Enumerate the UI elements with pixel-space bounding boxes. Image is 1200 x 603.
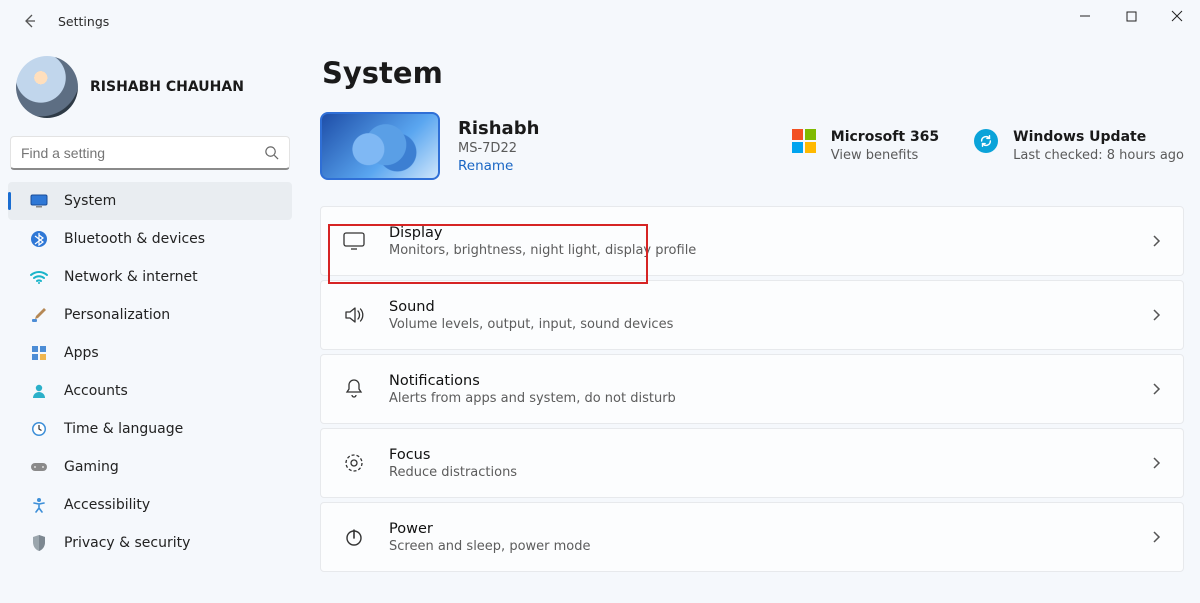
sidebar-item-label: System — [64, 193, 116, 209]
sidebar-item-apps[interactable]: Apps — [8, 334, 292, 372]
chevron-right-icon — [1151, 382, 1161, 396]
setting-text: Focus Reduce distractions — [389, 447, 1151, 480]
sidebar-item-label: Accessibility — [64, 497, 150, 513]
setting-text: Notifications Alerts from apps and system… — [389, 373, 1151, 406]
ms365-subtitle: View benefits — [831, 147, 939, 165]
sidebar-item-network[interactable]: Network & internet — [8, 258, 292, 296]
bluetooth-icon — [28, 231, 50, 247]
setting-subtitle: Reduce distractions — [389, 465, 1151, 480]
brush-icon — [28, 307, 50, 323]
wu-subtitle: Last checked: 8 hours ago — [1013, 147, 1184, 165]
sidebar-item-accessibility[interactable]: Accessibility — [8, 486, 292, 524]
close-button[interactable] — [1154, 0, 1200, 32]
sidebar-item-privacy[interactable]: Privacy & security — [8, 524, 292, 562]
minimize-button[interactable] — [1062, 0, 1108, 32]
minimize-icon — [1079, 10, 1091, 22]
search-box[interactable] — [10, 136, 290, 170]
ms365-title: Microsoft 365 — [831, 128, 939, 147]
setting-row-focus[interactable]: Focus Reduce distractions — [320, 428, 1184, 498]
window-controls — [1062, 0, 1200, 32]
chevron-right-icon — [1151, 530, 1161, 544]
gamepad-icon — [28, 461, 50, 473]
user-profile[interactable]: RISHABH CHAUHAN — [16, 56, 300, 118]
sidebar-nav: System Bluetooth & devices Network & int… — [0, 182, 300, 562]
display-icon — [343, 230, 365, 252]
sidebar-item-label: Network & internet — [64, 269, 198, 285]
sidebar-item-label: Privacy & security — [64, 535, 190, 551]
setting-title: Power — [389, 521, 1151, 537]
power-icon — [343, 526, 365, 548]
sidebar-item-label: Apps — [64, 345, 99, 361]
setting-row-power[interactable]: Power Screen and sleep, power mode — [320, 502, 1184, 572]
device-model: MS-7D22 — [458, 141, 539, 156]
setting-text: Power Screen and sleep, power mode — [389, 521, 1151, 554]
setting-row-sound[interactable]: Sound Volume levels, output, input, sound… — [320, 280, 1184, 350]
setting-subtitle: Screen and sleep, power mode — [389, 539, 1151, 554]
setting-row-display[interactable]: Display Monitors, brightness, night light… — [320, 206, 1184, 276]
back-arrow-icon — [22, 13, 38, 29]
setting-subtitle: Monitors, brightness, night light, displ… — [389, 243, 1151, 258]
main-content: System Rishabh MS-7D22 Rename Microsoft … — [300, 42, 1200, 603]
device-meta: Rishabh MS-7D22 Rename — [458, 118, 539, 174]
page-title: System — [322, 56, 1184, 90]
windows-update-card[interactable]: Windows Update Last checked: 8 hours ago — [973, 128, 1184, 164]
accessibility-icon — [28, 497, 50, 513]
shield-icon — [28, 535, 50, 551]
titlebar: Settings — [0, 0, 1200, 42]
search-input[interactable] — [21, 145, 258, 161]
setting-title: Sound — [389, 299, 1151, 315]
setting-title: Notifications — [389, 373, 1151, 389]
sidebar-item-accounts[interactable]: Accounts — [8, 372, 292, 410]
clock-icon — [28, 421, 50, 437]
apps-icon — [28, 345, 50, 361]
sidebar-item-label: Gaming — [64, 459, 119, 475]
setting-row-notifications[interactable]: Notifications Alerts from apps and system… — [320, 354, 1184, 424]
maximize-button[interactable] — [1108, 0, 1154, 32]
setting-title: Display — [389, 225, 1151, 241]
sidebar-item-personalization[interactable]: Personalization — [8, 296, 292, 334]
system-icon — [28, 194, 50, 208]
wu-title: Windows Update — [1013, 128, 1184, 147]
sidebar-item-system[interactable]: System — [8, 182, 292, 220]
person-icon — [28, 383, 50, 399]
microsoft-logo-icon — [791, 128, 817, 154]
ms365-card[interactable]: Microsoft 365 View benefits — [791, 128, 939, 164]
setting-title: Focus — [389, 447, 1151, 463]
sidebar-item-label: Accounts — [64, 383, 128, 399]
avatar — [16, 56, 78, 118]
rename-link[interactable]: Rename — [458, 158, 539, 174]
sidebar-item-gaming[interactable]: Gaming — [8, 448, 292, 486]
chevron-right-icon — [1151, 234, 1161, 248]
user-display-name: RISHABH CHAUHAN — [90, 79, 244, 95]
sidebar-item-label: Personalization — [64, 307, 170, 323]
sidebar-item-label: Bluetooth & devices — [64, 231, 205, 247]
app-title: Settings — [58, 14, 109, 29]
sound-icon — [343, 304, 365, 326]
maximize-icon — [1126, 11, 1137, 22]
sidebar-item-time-language[interactable]: Time & language — [8, 410, 292, 448]
notifications-icon — [343, 378, 365, 400]
wifi-icon — [28, 270, 50, 284]
close-icon — [1171, 10, 1183, 22]
setting-text: Sound Volume levels, output, input, sound… — [389, 299, 1151, 332]
sidebar: RISHABH CHAUHAN System Bluetooth & devic… — [0, 42, 300, 603]
settings-list: Display Monitors, brightness, night light… — [320, 206, 1184, 572]
windows-update-icon — [973, 128, 999, 154]
focus-icon — [343, 452, 365, 474]
device-thumbnail[interactable] — [320, 112, 440, 180]
chevron-right-icon — [1151, 456, 1161, 470]
setting-subtitle: Volume levels, output, input, sound devi… — [389, 317, 1151, 332]
back-button[interactable] — [20, 11, 40, 31]
sidebar-item-bluetooth[interactable]: Bluetooth & devices — [8, 220, 292, 258]
device-info-row: Rishabh MS-7D22 Rename Microsoft 365 Vie… — [320, 112, 1184, 180]
sidebar-item-label: Time & language — [64, 421, 183, 437]
device-name: Rishabh — [458, 118, 539, 139]
setting-subtitle: Alerts from apps and system, do not dist… — [389, 391, 1151, 406]
search-icon — [264, 145, 279, 160]
chevron-right-icon — [1151, 308, 1161, 322]
setting-text: Display Monitors, brightness, night light… — [389, 225, 1151, 258]
